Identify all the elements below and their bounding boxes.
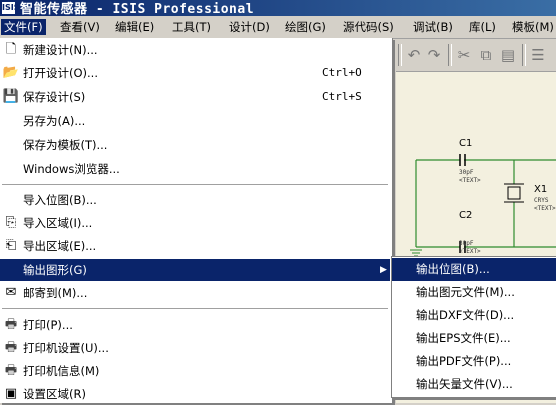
submenu-item-export-bitmap[interactable]: 输出位图(B)...	[392, 258, 556, 281]
menu-item-label: 另存为(A)...	[23, 114, 86, 128]
shortcut-label: Ctrl+O	[322, 66, 362, 79]
menu-item-label: 打印(P)...	[23, 318, 73, 332]
menu-item-label: 导出区域(E)...	[23, 239, 97, 253]
x1-text: <TEXT>	[534, 205, 556, 212]
menu-item-label: 保存设计(S)	[23, 90, 86, 104]
x1-label: X1	[534, 184, 548, 195]
toolbar: ↶ ↷ ✂ ⧉ ▤ ☰	[396, 39, 556, 72]
toolbar-separator	[398, 44, 402, 66]
submenu-item-label: 输出EPS文件(E)...	[416, 331, 511, 345]
menu-debug[interactable]: 调试(B)	[413, 19, 453, 35]
printer-icon: 🖶	[4, 317, 18, 332]
menu-edit[interactable]: 编辑(E)	[115, 19, 154, 35]
menu-graph[interactable]: 绘图(G)	[285, 19, 326, 35]
menu-item-open-design[interactable]: 📂 打开设计(O)... Ctrl+O	[0, 62, 390, 84]
menu-item-mail-to[interactable]: ✉ 邮寄到(M)...	[0, 282, 390, 304]
menu-item-printer-setup[interactable]: 🖶 打印机设置(U)...	[0, 337, 390, 359]
menu-item-label: 打印机设置(U)...	[23, 341, 109, 355]
menu-item-label: 设置区域(R)	[23, 387, 86, 401]
submenu-item-export-metafile[interactable]: 输出图元文件(M)...	[392, 281, 556, 304]
copy-icon[interactable]: ⧉	[476, 45, 496, 65]
c1-label: C1	[459, 138, 473, 149]
title-bar: ISIS 智能传感器 - ISIS Professional	[0, 0, 556, 17]
menu-design[interactable]: 设计(D)	[229, 19, 270, 35]
c2-text: <TEXT>	[459, 248, 481, 255]
menu-item-import-bitmap[interactable]: 导入位图(B)...	[0, 189, 390, 211]
app-icon: ISIS	[2, 2, 20, 14]
menu-separator	[2, 184, 388, 186]
submenu-item-label: 输出矢量文件(V)...	[416, 377, 513, 391]
submenu-item-export-vector[interactable]: 输出矢量文件(V)...	[392, 373, 556, 396]
menu-item-label: 新建设计(N)...	[23, 43, 98, 57]
menu-item-windows-explorer[interactable]: Windows浏览器...	[0, 158, 390, 180]
c2-label: C2	[459, 210, 473, 221]
save-disk-icon: 💾	[2, 89, 20, 104]
menu-view[interactable]: 查看(V)	[60, 19, 100, 35]
menu-item-label: 输出图形(G)	[23, 263, 87, 277]
mail-icon: ✉	[5, 285, 17, 300]
c1-text: <TEXT>	[459, 177, 481, 184]
toolbar-separator	[522, 44, 526, 66]
toolbar-separator	[448, 44, 452, 66]
menu-item-label: 邮寄到(M)...	[23, 286, 88, 300]
menu-item-label: 保存为模板(T)...	[23, 138, 108, 152]
new-document-icon: 🗋	[5, 42, 17, 57]
c2-value: 30pF	[459, 240, 474, 247]
cut-icon[interactable]: ✂	[454, 45, 474, 65]
submenu-item-label: 输出DXF文件(D)...	[416, 308, 515, 322]
c1-value: 30pF	[459, 169, 474, 176]
set-area-icon: ▣	[4, 386, 18, 401]
menu-template[interactable]: 模板(M)	[512, 19, 554, 35]
menu-item-label: 打开设计(O)...	[23, 66, 98, 80]
menu-tools[interactable]: 工具(T)	[172, 19, 211, 35]
redo-icon[interactable]: ↷	[424, 45, 444, 65]
menu-item-new-design[interactable]: 🗋 新建设计(N)...	[0, 39, 390, 61]
export-section-icon: ⎗	[5, 238, 17, 253]
menu-item-label: 导入区域(I)...	[23, 216, 93, 230]
submenu-item-export-eps[interactable]: 输出EPS文件(E)...	[392, 327, 556, 350]
menu-item-printer-info[interactable]: 🖶 打印机信息(M)	[0, 360, 390, 382]
menu-item-set-area[interactable]: ▣ 设置区域(R)	[0, 383, 390, 405]
menu-item-save-as[interactable]: 另存为(A)...	[0, 110, 390, 132]
undo-icon[interactable]: ↶	[404, 45, 424, 65]
submenu-item-label: 输出位图(B)...	[416, 262, 490, 276]
open-folder-icon: 📂	[2, 65, 20, 80]
menu-item-export-graphics[interactable]: 输出图形(G) ▶	[0, 259, 390, 281]
menu-library[interactable]: 库(L)	[469, 19, 496, 35]
shortcut-label: Ctrl+S	[322, 90, 362, 103]
menu-item-label: Windows浏览器...	[23, 162, 120, 176]
block-copy-icon[interactable]: ☰	[528, 45, 548, 65]
menu-separator	[2, 308, 388, 310]
menu-item-label: 打印机信息(M)	[23, 364, 100, 378]
menu-item-import-section[interactable]: ⎘ 导入区域(I)...	[0, 212, 390, 234]
window-title: 智能传感器 - ISIS Professional	[20, 2, 255, 17]
submenu-item-export-pdf[interactable]: 输出PDF文件(P)...	[392, 350, 556, 373]
file-menu: 🗋 新建设计(N)... 📂 打开设计(O)... Ctrl+O 💾 保存设计(…	[0, 38, 393, 403]
submenu-item-export-dxf[interactable]: 输出DXF文件(D)...	[392, 304, 556, 327]
x1-type: CRYS	[534, 197, 549, 204]
menu-bar: 文件(F) 查看(V) 编辑(E) 工具(T) 设计(D) 绘图(G) 源代码(…	[0, 16, 556, 39]
submenu-arrow-icon: ▶	[380, 265, 387, 275]
submenu-item-label: 输出图元文件(M)...	[416, 285, 515, 299]
menu-item-save-design[interactable]: 💾 保存设计(S) Ctrl+S	[0, 86, 390, 108]
import-section-icon: ⎘	[5, 215, 17, 230]
menu-item-export-section[interactable]: ⎗ 导出区域(E)...	[0, 235, 390, 257]
printer-setup-icon: 🖶	[4, 340, 18, 355]
menu-file[interactable]: 文件(F)	[1, 19, 46, 35]
paste-icon[interactable]: ▤	[498, 45, 518, 65]
menu-item-save-as-template[interactable]: 保存为模板(T)...	[0, 134, 390, 156]
menu-item-print[interactable]: 🖶 打印(P)...	[0, 314, 390, 336]
export-graphics-submenu: 输出位图(B)... 输出图元文件(M)... 输出DXF文件(D)... 输出…	[391, 256, 556, 398]
printer-info-icon: 🖶	[4, 363, 18, 378]
menu-source[interactable]: 源代码(S)	[343, 19, 394, 35]
menu-item-label: 导入位图(B)...	[23, 193, 97, 207]
submenu-item-label: 输出PDF文件(P)...	[416, 354, 512, 368]
